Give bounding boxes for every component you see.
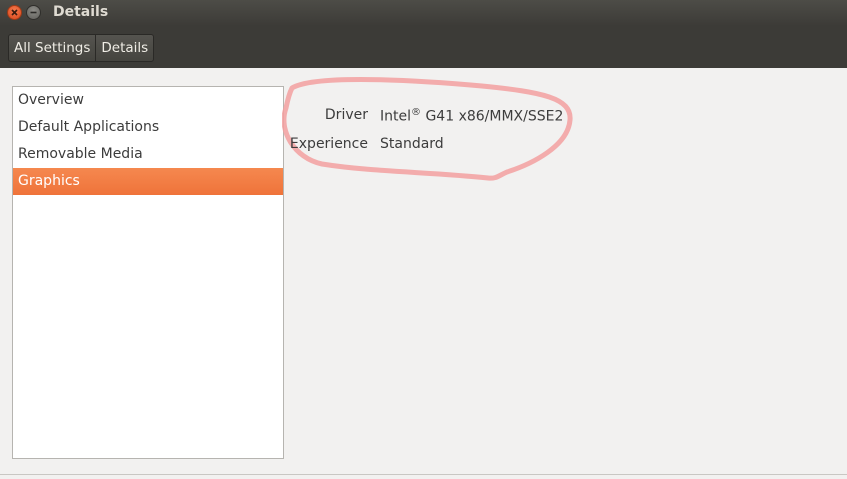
experience-value: Standard bbox=[380, 136, 444, 152]
window-title: Details bbox=[53, 4, 109, 20]
breadcrumb-details[interactable]: Details bbox=[95, 35, 153, 61]
driver-vendor: Intel bbox=[380, 108, 411, 125]
breadcrumb: All Settings Details bbox=[8, 34, 155, 62]
minimize-icon bbox=[30, 11, 37, 14]
breadcrumb-all-settings[interactable]: All Settings bbox=[9, 35, 95, 61]
sidebar-item-default-applications[interactable]: Default Applications bbox=[13, 114, 283, 141]
minimize-button[interactable] bbox=[26, 5, 41, 20]
close-button[interactable] bbox=[7, 5, 22, 20]
sidebar-list: Overview Default Applications Removable … bbox=[12, 86, 284, 459]
driver-label: Driver bbox=[324, 107, 368, 123]
content-area: Overview Default Applications Removable … bbox=[0, 68, 847, 474]
driver-value: Intel® G41 x86/MMX/SSE2 bbox=[380, 107, 563, 125]
driver-model: G41 x86/MMX/SSE2 bbox=[421, 108, 564, 125]
experience-label: Experience bbox=[289, 136, 368, 152]
registered-mark: ® bbox=[411, 107, 421, 118]
close-icon bbox=[11, 9, 18, 16]
sidebar-item-graphics[interactable]: Graphics bbox=[13, 168, 283, 195]
bottom-edge bbox=[0, 474, 847, 479]
annotation-circle bbox=[282, 77, 573, 181]
sidebar-item-overview[interactable]: Overview bbox=[13, 87, 283, 114]
details-window: Details All Settings Details Overview De… bbox=[0, 0, 847, 479]
details-panel: Driver Intel® G41 x86/MMX/SSE2 Experienc… bbox=[282, 68, 847, 474]
toolbar: All Settings Details bbox=[0, 26, 847, 68]
title-bar: Details bbox=[0, 0, 847, 26]
sidebar-item-removable-media[interactable]: Removable Media bbox=[13, 141, 283, 168]
